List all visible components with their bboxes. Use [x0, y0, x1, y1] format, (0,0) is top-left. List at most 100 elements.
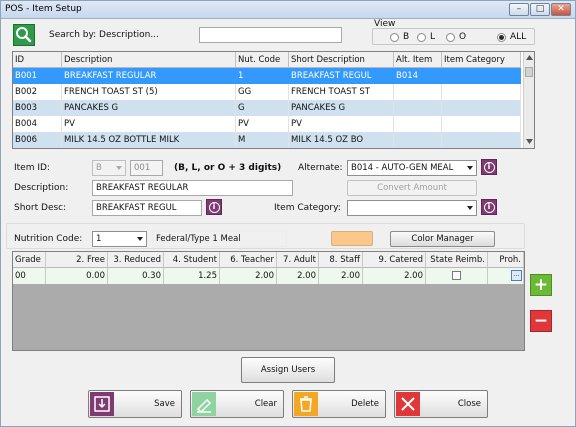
price-cell-reduced[interactable]: 0.30	[108, 268, 164, 284]
cell-alt-item[interactable]	[394, 116, 442, 132]
search-input[interactable]	[199, 27, 342, 43]
cell-description[interactable]: PV	[62, 116, 236, 132]
cell-alt-item[interactable]	[394, 100, 442, 116]
price-cell-student[interactable]: 1.25	[164, 268, 220, 284]
cell-short-description[interactable]: MILK 8OZ CARTON	[289, 148, 394, 149]
price-cell-staff[interactable]: 2.00	[319, 268, 363, 284]
maximize-button[interactable]: □	[530, 3, 550, 16]
table-row[interactable]: B003 PANCAKES G G PANCAKES G	[13, 100, 521, 116]
alternate-info-button[interactable]: i	[481, 159, 497, 175]
col-header-short-description[interactable]: Short Description	[289, 52, 394, 68]
short-desc-input[interactable]: BREAKFAST REGUL	[92, 200, 202, 216]
price-col-state-reimb[interactable]: State Reimb.	[426, 252, 488, 268]
close-window-button[interactable]: ✕	[551, 3, 571, 16]
items-table-scrollbar[interactable]	[523, 52, 534, 148]
cell-id[interactable]: B003	[13, 100, 62, 116]
items-table[interactable]: ID Description Nut. Code Short Descripti…	[12, 51, 535, 149]
cell-item-category[interactable]	[442, 100, 521, 116]
col-header-id[interactable]: ID	[13, 52, 62, 68]
price-col-free[interactable]: 2. Free	[46, 252, 108, 268]
cell-nut-code[interactable]: G	[236, 100, 289, 116]
cell-id[interactable]: B001	[13, 68, 62, 84]
delete-button[interactable]: Delete	[292, 390, 386, 418]
cell-item-category[interactable]	[442, 84, 521, 100]
col-header-description[interactable]: Description	[62, 52, 236, 68]
price-col-staff[interactable]: 8. Staff	[319, 252, 363, 268]
pricing-table[interactable]: Grade 2. Free 3. Reduced 4. Student 6. T…	[12, 251, 525, 351]
assign-users-button[interactable]: Assign Users	[241, 357, 335, 383]
cell-short-description[interactable]: BREAKFAST REGUL	[289, 68, 394, 84]
color-manager-button[interactable]: Color Manager	[390, 231, 495, 247]
price-col-grade[interactable]: Grade	[13, 252, 46, 268]
cell-short-description[interactable]: PV	[289, 116, 394, 132]
scroll-up-icon[interactable]	[526, 55, 533, 60]
price-col-student[interactable]: 4. Student	[164, 252, 220, 268]
minimize-button[interactable]: –	[509, 3, 529, 16]
cell-short-description[interactable]: FRENCH TOAST ST	[289, 84, 394, 100]
add-row-button[interactable]: +	[530, 274, 552, 296]
view-radio-o[interactable]	[446, 33, 455, 42]
price-cell-catered[interactable]: 2.00	[363, 268, 426, 284]
cell-item-category[interactable]	[442, 68, 521, 84]
scrollbar-thumb[interactable]	[525, 67, 533, 77]
remove-row-button[interactable]: −	[530, 310, 552, 332]
price-cell-adult[interactable]: 2.00	[277, 268, 319, 284]
pricing-row[interactable]: 00 0.00 0.30 1.25 2.00 2.00 2.00 2.00 ..…	[13, 268, 524, 284]
save-button[interactable]: Save	[88, 390, 182, 418]
short-desc-info-button[interactable]: i	[206, 199, 222, 215]
table-row[interactable]: B002 FRENCH TOAST ST (5) GG FRENCH TOAST ST	[13, 84, 521, 100]
item-id-prefix-select[interactable]: B	[92, 160, 126, 176]
cell-id[interactable]: B007	[13, 148, 62, 149]
scroll-down-icon[interactable]	[526, 139, 533, 144]
item-category-info-button[interactable]: i	[481, 199, 497, 215]
clear-button[interactable]: Clear	[190, 390, 284, 418]
cell-description[interactable]: FRENCH TOAST ST (5)	[62, 84, 236, 100]
cell-nut-code[interactable]: GG	[236, 84, 289, 100]
cell-item-category[interactable]	[442, 116, 521, 132]
cell-description[interactable]: MILK 8OZ CARTON	[62, 148, 236, 149]
description-input[interactable]: BREAKFAST REGULAR	[92, 180, 293, 196]
cell-id[interactable]: B002	[13, 84, 62, 100]
price-cell-state-reimb[interactable]	[426, 268, 488, 284]
alternate-select[interactable]: B014 - AUTO-GEN MEAL	[347, 160, 477, 176]
price-col-adult[interactable]: 7. Adult	[277, 252, 319, 268]
color-swatch[interactable]	[331, 231, 373, 246]
proh-ellipsis-button[interactable]: ...	[511, 270, 522, 281]
price-cell-proh[interactable]: ...	[488, 268, 524, 284]
cell-item-category[interactable]	[442, 148, 521, 149]
view-radio-b[interactable]	[390, 33, 399, 42]
price-col-catered[interactable]: 9. Catered	[363, 252, 426, 268]
cell-alt-item[interactable]	[394, 132, 442, 148]
cell-alt-item[interactable]	[394, 148, 442, 149]
item-category-select[interactable]	[347, 200, 477, 216]
price-cell-free[interactable]: 0.00	[46, 268, 108, 284]
view-radio-l[interactable]	[417, 33, 426, 42]
convert-amount-button[interactable]: Convert Amount	[347, 180, 477, 196]
price-col-reduced[interactable]: 3. Reduced	[108, 252, 164, 268]
table-row[interactable]: B006 MILK 14.5 OZ BOTTLE MILK M MILK 14.5 O…	[13, 132, 521, 148]
cell-description[interactable]: MILK 14.5 OZ BOTTLE MILK	[62, 132, 236, 148]
table-row[interactable]: B001 BREAKFAST REGULAR 1 BREAKFAST REGUL B01…	[13, 68, 521, 84]
cell-alt-item[interactable]	[394, 84, 442, 100]
cell-description[interactable]: PANCAKES G	[62, 100, 236, 116]
cell-description[interactable]: BREAKFAST REGULAR	[62, 68, 236, 84]
state-reimb-checkbox[interactable]	[452, 271, 461, 280]
cell-short-description[interactable]: MILK 14.5 OZ BO	[289, 132, 394, 148]
cell-alt-item[interactable]: B014	[394, 68, 442, 84]
cell-nut-code[interactable]: M	[236, 148, 289, 149]
cell-nut-code[interactable]: M	[236, 132, 289, 148]
table-row[interactable]: B004 PV PV PV	[13, 116, 521, 132]
col-header-item-category[interactable]: Item Category	[442, 52, 521, 68]
price-cell-grade[interactable]: 00	[13, 268, 46, 284]
price-col-teacher[interactable]: 6. Teacher	[220, 252, 277, 268]
price-cell-teacher[interactable]: 2.00	[220, 268, 277, 284]
cell-id[interactable]: B004	[13, 116, 62, 132]
close-button[interactable]: Close	[394, 390, 488, 418]
item-id-number-input[interactable]: 001	[130, 160, 163, 176]
cell-short-description[interactable]: PANCAKES G	[289, 100, 394, 116]
price-col-proh[interactable]: Proh.	[488, 252, 524, 268]
nutrition-code-select[interactable]: 1	[92, 231, 147, 247]
cell-nut-code[interactable]: 1	[236, 68, 289, 84]
search-button[interactable]	[13, 24, 35, 46]
cell-nut-code[interactable]: PV	[236, 116, 289, 132]
